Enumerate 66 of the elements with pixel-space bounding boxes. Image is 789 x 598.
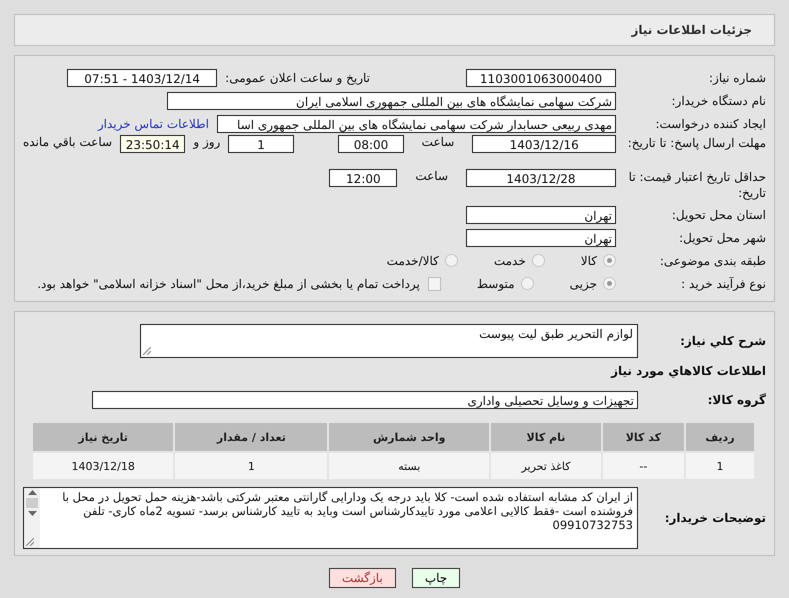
table-cell: -- (602, 452, 685, 480)
column-header: کد کالا (602, 422, 685, 452)
scroll-down-icon[interactable] (28, 511, 36, 516)
radio-button[interactable] (520, 277, 534, 290)
radio-label: خدمت (494, 254, 526, 268)
radio-label: متوسط (476, 276, 515, 290)
field-label: ایجاد کننده درخواست: (654, 116, 766, 132)
field-label: ساعت (415, 169, 448, 183)
radio-label: کالا/خدمت (386, 254, 439, 268)
field-label: تاریخ و ساعت اعلان عمومی: (225, 70, 370, 84)
buyer-name-field: شرکت سهامی نمایشگاه های بین المللی جمهوری اسلامی ایران (167, 92, 616, 110)
field-label: ساعت باقي مانده (23, 135, 112, 149)
table-cell: 1 (684, 452, 755, 480)
column-header: تاریخ نیاز (32, 422, 174, 452)
buyer-contact-link[interactable]: اطلاعات تماس خریدار (98, 116, 209, 130)
field-label: شرح کلي نیاز: (679, 333, 766, 349)
buyer-notes-field: از ایران کد مشابه استفاده شده است- کلا باید درجه یک ودارایی گارانتی معتبر شرکتی باشد-هزینه حمل تحویل در محل با فروشنده است -فقط کالایی اعلامی مورد تاییدکارشناس است وباید به تایید کارشناس برسد- تسویه 2ماه کاری- تلفن 09910732753 (23, 487, 638, 549)
table-cell: 1403/12/18 (32, 452, 174, 480)
field-label: توضیحات خریدار: (664, 510, 766, 526)
scroll-up-icon[interactable] (28, 490, 36, 495)
field-label: روز و (193, 135, 220, 149)
field-label: استان محل تحویل: (670, 206, 766, 222)
radio-button[interactable] (603, 254, 616, 267)
resize-grip-icon (26, 538, 34, 546)
radio-label: جزیی (570, 276, 597, 290)
radio-label: کالا (580, 254, 597, 268)
field-label: مهلت ارسال پاسخ: تا تاریخ: (626, 135, 766, 151)
page-title: جزئیات اطلاعات نیاز (631, 23, 752, 37)
resize-grip-icon (143, 347, 151, 355)
deadline-time-field: 08:00 (338, 135, 404, 153)
deadline-date-field: 1403/12/16 (472, 135, 616, 153)
requester-field: مهدی ربیعی حسابدار شرکت سهامی نمایشگاه های بین المللی جمهوری اسا (217, 114, 616, 132)
field-label: شهر محل تحویل: (678, 230, 766, 246)
print-button[interactable]: چاپ (412, 568, 460, 588)
table-cell: 1 (174, 452, 328, 480)
city-field: تهران (466, 228, 616, 246)
field-label: طبقه بندی موضوعی: (658, 252, 766, 268)
radio-button[interactable] (532, 254, 545, 267)
validity-date-field: 1403/12/28 (466, 169, 616, 187)
section-heading: اطلاعات کالاهاي مورد نیاز (610, 364, 766, 378)
remaining-time-field: 23:50:14 (120, 135, 186, 153)
description-field: لوازم التحریر طبق لیت پیوست (140, 324, 638, 358)
field-label: نام دستگاه خریدار: (670, 92, 766, 108)
days-field: 1 (228, 135, 294, 153)
radio-button[interactable] (444, 254, 458, 267)
province-field: تهران (466, 206, 616, 224)
column-header: نام کالا (490, 422, 602, 452)
table-cell: کاغذ تحریر (490, 452, 602, 480)
announce-date-field: 1403/12/14 - 07:51 (67, 68, 218, 86)
validity-time-field: 12:00 (329, 169, 398, 187)
field-label: گروه کالا: (706, 392, 766, 408)
payment-note: پرداخت تمام یا بخشی از مبلغ خرید،از محل "اسناد خزانه اسلامی" خواهد بود. (37, 276, 420, 290)
back-button[interactable]: بازگشت (328, 568, 396, 588)
radio-button[interactable] (603, 277, 616, 290)
column-header: واحد شمارش (328, 422, 490, 452)
column-header: تعداد / مقدار (174, 422, 328, 452)
field-label: شماره نیاز: (708, 70, 766, 86)
checkbox[interactable] (428, 276, 441, 290)
field-label: نوع فرآیند خرید : (680, 276, 766, 292)
field-label: حداقل تاریخ اعتبار قیمت: تا تاریخ: (628, 169, 766, 201)
table-cell: بسته (328, 452, 490, 480)
scrollbar-thumb[interactable] (26, 498, 38, 508)
column-header: ردیف (684, 422, 755, 452)
field-label: ساعت (422, 135, 454, 149)
need-number-field: 1103001063000400 (466, 68, 616, 86)
goods-group-field: تجهیزات و وسایل تحصیلی واداری (92, 390, 638, 408)
